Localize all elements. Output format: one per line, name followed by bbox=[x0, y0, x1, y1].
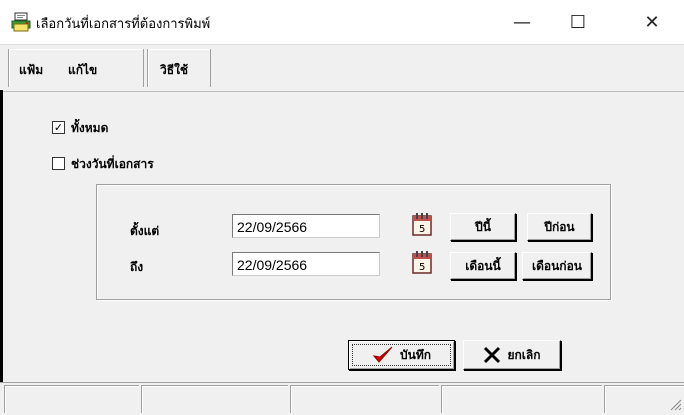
menu-group-main: แฟ้ม แก้ไข bbox=[8, 49, 144, 87]
close-button[interactable]: ✕ bbox=[624, 0, 680, 44]
last-month-button[interactable]: เดือนก่อน bbox=[522, 252, 592, 280]
status-bar bbox=[0, 382, 684, 413]
to-label: ถึง bbox=[130, 260, 144, 274]
from-calendar-button[interactable]: 5 bbox=[409, 212, 435, 240]
title-bar: เลือกวันที่เอกสารที่ต้องการพิมพ์ — ☐ ✕ bbox=[0, 0, 684, 44]
date-range-checkbox[interactable] bbox=[52, 157, 65, 170]
window-title: เลือกวันที่เอกสารที่ต้องการพิมพ์ bbox=[36, 17, 211, 32]
menu-item-howto[interactable]: วิธีใช้ bbox=[160, 61, 188, 80]
checkmark-icon bbox=[372, 345, 394, 365]
to-calendar-button[interactable]: 5 bbox=[409, 250, 435, 278]
minimize-button[interactable]: — bbox=[494, 0, 550, 44]
to-date-input[interactable]: 22/09/2566 bbox=[232, 252, 380, 276]
x-icon bbox=[483, 346, 501, 364]
status-panel-3 bbox=[290, 385, 439, 413]
date-range-label: ช่วงวันที่เอกสาร bbox=[71, 157, 154, 171]
maximize-button[interactable]: ☐ bbox=[550, 0, 606, 44]
svg-text:5: 5 bbox=[419, 262, 425, 273]
resize-grip-icon[interactable] bbox=[668, 396, 682, 411]
calendar-icon: 5 bbox=[411, 212, 433, 240]
all-label: ทั้งหมด bbox=[71, 121, 109, 135]
printer-icon bbox=[10, 12, 32, 32]
from-date-input[interactable]: 22/09/2566 bbox=[232, 214, 380, 238]
save-button[interactable]: บันทึก bbox=[348, 340, 455, 370]
menu-group-help: วิธีใช้ bbox=[147, 49, 211, 87]
this-month-button[interactable]: เดือนนี้ bbox=[450, 252, 516, 280]
cancel-label: ยกเลิก bbox=[507, 347, 541, 362]
date-range-group bbox=[96, 184, 611, 300]
menu-bar: แฟ้ม แก้ไข วิธีใช้ bbox=[0, 44, 684, 92]
from-label: ตั้งแต่ bbox=[130, 224, 160, 238]
cancel-button[interactable]: ยกเลิก bbox=[463, 340, 561, 370]
svg-text:5: 5 bbox=[419, 224, 425, 235]
menu-item-edit[interactable]: แก้ไข bbox=[68, 61, 97, 80]
last-year-button[interactable]: ปีก่อน bbox=[527, 213, 592, 241]
status-panel-1 bbox=[4, 385, 139, 413]
save-label: บันทึก bbox=[400, 347, 431, 362]
status-panel-2 bbox=[141, 385, 288, 413]
menu-item-file[interactable]: แฟ้ม bbox=[19, 61, 43, 80]
calendar-icon: 5 bbox=[411, 250, 433, 278]
window-left-edge bbox=[0, 90, 3, 411]
all-checkbox[interactable]: ✓ bbox=[52, 121, 65, 134]
status-panel-4 bbox=[441, 385, 602, 413]
this-year-button[interactable]: ปีนี้ bbox=[450, 213, 516, 241]
